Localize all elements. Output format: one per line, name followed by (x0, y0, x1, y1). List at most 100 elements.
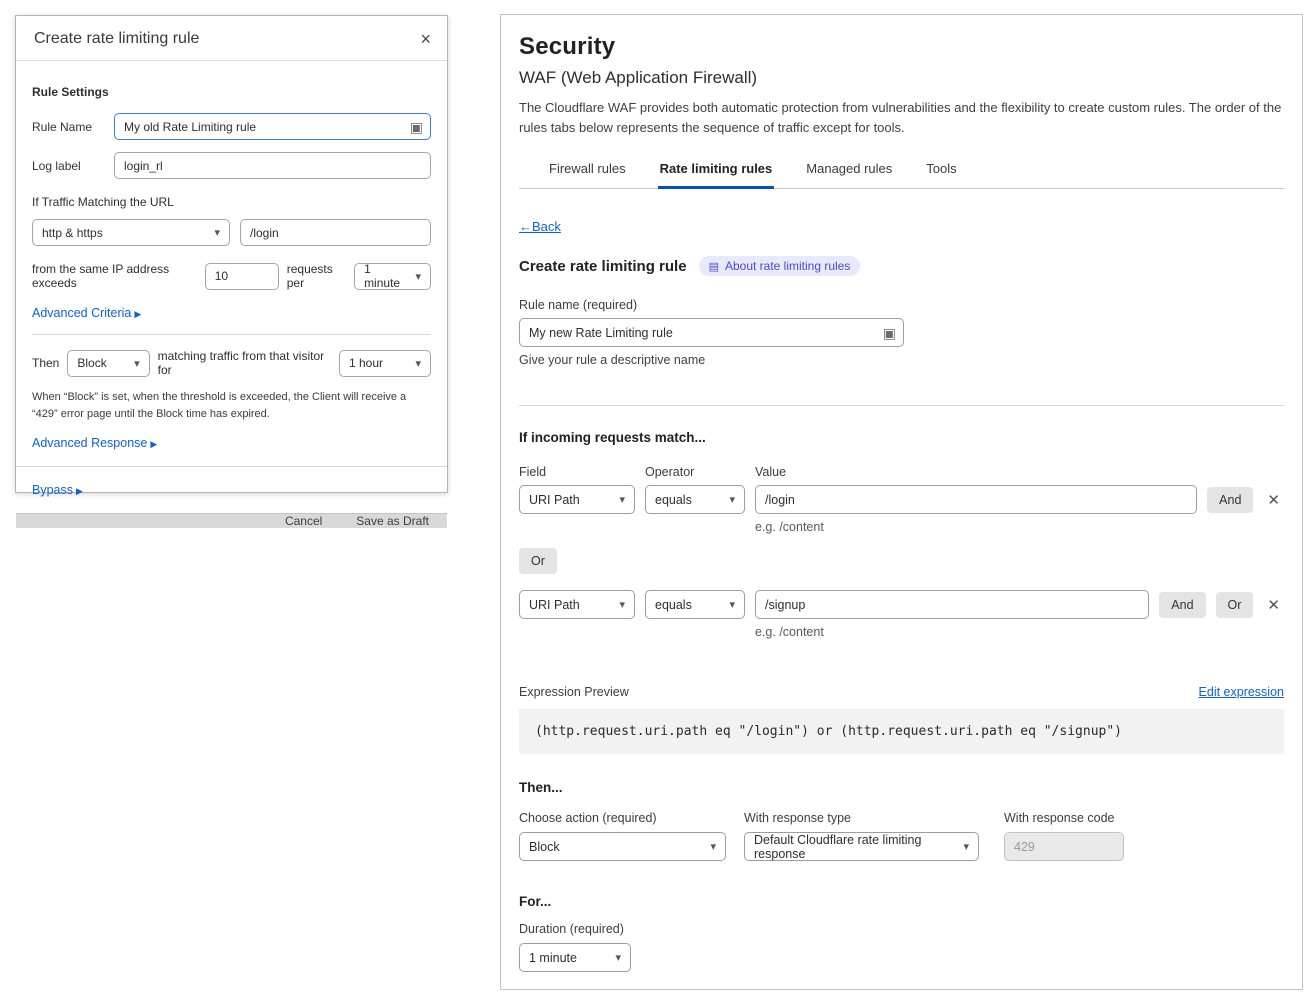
duration-select[interactable]: 1 hour ▾ (339, 350, 431, 377)
caret-down-icon: ▾ (415, 357, 421, 370)
for-section-title: For... (519, 894, 1284, 909)
threshold-input[interactable] (205, 263, 279, 290)
choose-action-label: Choose action (required) (519, 811, 726, 825)
action-select-value: Block (77, 356, 106, 370)
save-as-draft-button[interactable]: Save as Draft (356, 514, 429, 528)
caret-down-icon: ▾ (963, 840, 969, 853)
url-match-row: http & https ▾ (32, 219, 431, 246)
rule-name-input[interactable] (519, 318, 904, 347)
then-label: Then (32, 356, 59, 370)
tab-tools[interactable]: Tools (924, 155, 958, 189)
operator-select[interactable]: equals ▾ (645, 590, 745, 619)
waf-description: The Cloudflare WAF provides both automat… (519, 98, 1284, 138)
log-label-input[interactable] (114, 152, 431, 179)
or-button[interactable]: Or (1216, 592, 1254, 618)
value-hint: e.g. /content (755, 625, 1284, 639)
and-button[interactable]: And (1159, 592, 1205, 618)
response-code-input (1004, 832, 1124, 861)
caret-down-icon: ▾ (619, 493, 625, 506)
caret-down-icon: ▾ (619, 598, 625, 611)
tab-rate-limiting-rules[interactable]: Rate limiting rules (658, 155, 775, 189)
choose-action-select[interactable]: Block ▾ (519, 832, 726, 861)
expression-preview-row: Expression Preview Edit expression (519, 685, 1284, 699)
field-select[interactable]: URI Path ▾ (519, 485, 635, 514)
doc-icon: ▤ (709, 260, 719, 273)
page-subtitle: WAF (Web Application Firewall) (519, 68, 1284, 88)
field-select[interactable]: URI Path ▾ (519, 590, 635, 619)
divider (16, 466, 447, 467)
match-section-title: If incoming requests match... (519, 430, 1284, 445)
bypass-link[interactable]: Bypass▶ (32, 483, 431, 497)
value-hint: e.g. /content (755, 520, 1284, 534)
remove-condition-icon[interactable]: ✕ (1263, 489, 1284, 511)
rule-name-row: Rule Name ▣ (32, 113, 431, 140)
or-connector-button[interactable]: Or (519, 548, 557, 574)
threshold-prefix: from the same IP address exceeds (32, 262, 197, 290)
security-waf-panel: Security WAF (Web Application Firewall) … (500, 14, 1303, 990)
period-select[interactable]: 1 minute ▾ (354, 263, 431, 290)
rule-name-label: Rule Name (32, 120, 114, 134)
action-select[interactable]: Block ▾ (67, 350, 149, 377)
create-rate-limiting-rule-modal: Create rate limiting rule × Rule Setting… (15, 15, 448, 493)
back-link[interactable]: ←Back (519, 219, 561, 234)
modal-header: Create rate limiting rule × (16, 16, 447, 61)
scheme-select[interactable]: http & https ▾ (32, 219, 230, 246)
operator-label: Operator (645, 465, 755, 479)
caret-down-icon: ▾ (710, 840, 716, 853)
divider (32, 334, 431, 335)
rule-name-input[interactable] (114, 113, 431, 140)
cancel-button[interactable]: Cancel (285, 514, 322, 528)
caret-down-icon: ▾ (729, 598, 735, 611)
duration-select-value: 1 hour (349, 356, 383, 370)
chevron-right-icon: ▶ (134, 309, 141, 319)
caret-down-icon: ▾ (729, 493, 735, 506)
close-icon[interactable]: × (420, 30, 431, 48)
and-button[interactable]: And (1207, 487, 1253, 513)
condition-labels: Field Operator Value (519, 465, 1284, 479)
rules-tabs: Firewall rules Rate limiting rules Manag… (519, 155, 1284, 189)
condition-row: URI Path ▾ equals ▾ And ✕ (519, 485, 1284, 514)
threshold-middle: requests per (287, 262, 346, 290)
value-input[interactable] (755, 485, 1197, 514)
advanced-response-link[interactable]: Advanced Response▶ (32, 436, 431, 450)
then-controls: Choose action (required) Block ▾ With re… (519, 811, 1284, 861)
value-input[interactable] (755, 590, 1149, 619)
page-title: Security (519, 33, 1284, 61)
scheme-select-value: http & https (42, 226, 103, 240)
url-input[interactable] (240, 219, 431, 246)
advanced-criteria-link[interactable]: Advanced Criteria▶ (32, 306, 431, 320)
response-type-select[interactable]: Default Cloudflare rate limiting respons… (744, 832, 979, 861)
then-section-title: Then... (519, 780, 1284, 795)
operator-select[interactable]: equals ▾ (645, 485, 745, 514)
caret-down-icon: ▾ (214, 226, 220, 239)
duration-label: Duration (required) (519, 922, 1284, 936)
caret-down-icon: ▾ (415, 270, 421, 283)
chevron-right-icon: ▶ (150, 439, 157, 449)
modal-body: Rule Settings Rule Name ▣ Log label If T… (16, 61, 447, 513)
about-rate-limiting-badge[interactable]: ▤ About rate limiting rules (699, 256, 861, 276)
response-type-label: With response type (744, 811, 979, 825)
tab-firewall-rules[interactable]: Firewall rules (547, 155, 628, 189)
response-code-label: With response code (1004, 811, 1124, 825)
value-label: Value (755, 465, 786, 479)
autofill-icon[interactable]: ▣ (883, 326, 896, 340)
tab-managed-rules[interactable]: Managed rules (804, 155, 894, 189)
then-row: Then Block ▾ matching traffic from that … (32, 349, 431, 377)
divider (519, 405, 1284, 406)
modal-title: Create rate limiting rule (34, 30, 199, 48)
period-select-value: 1 minute (364, 262, 407, 290)
arrow-left-icon: ← (519, 219, 532, 234)
autofill-icon[interactable]: ▣ (410, 120, 423, 134)
edit-expression-link[interactable]: Edit expression (1199, 685, 1284, 699)
remove-condition-icon[interactable]: ✕ (1263, 594, 1284, 616)
rule-settings-heading: Rule Settings (32, 85, 431, 99)
chevron-right-icon: ▶ (76, 486, 83, 496)
duration-select[interactable]: 1 minute ▾ (519, 943, 631, 972)
rule-name-label: Rule name (required) (519, 298, 1284, 312)
form-title: Create rate limiting rule (519, 258, 687, 275)
log-label-row: Log label (32, 152, 431, 179)
block-note: When “Block” is set, when the threshold … (32, 389, 431, 422)
log-label-label: Log label (32, 159, 114, 173)
rule-name-help: Give your rule a descriptive name (519, 353, 1284, 367)
traffic-match-label: If Traffic Matching the URL (32, 195, 431, 209)
